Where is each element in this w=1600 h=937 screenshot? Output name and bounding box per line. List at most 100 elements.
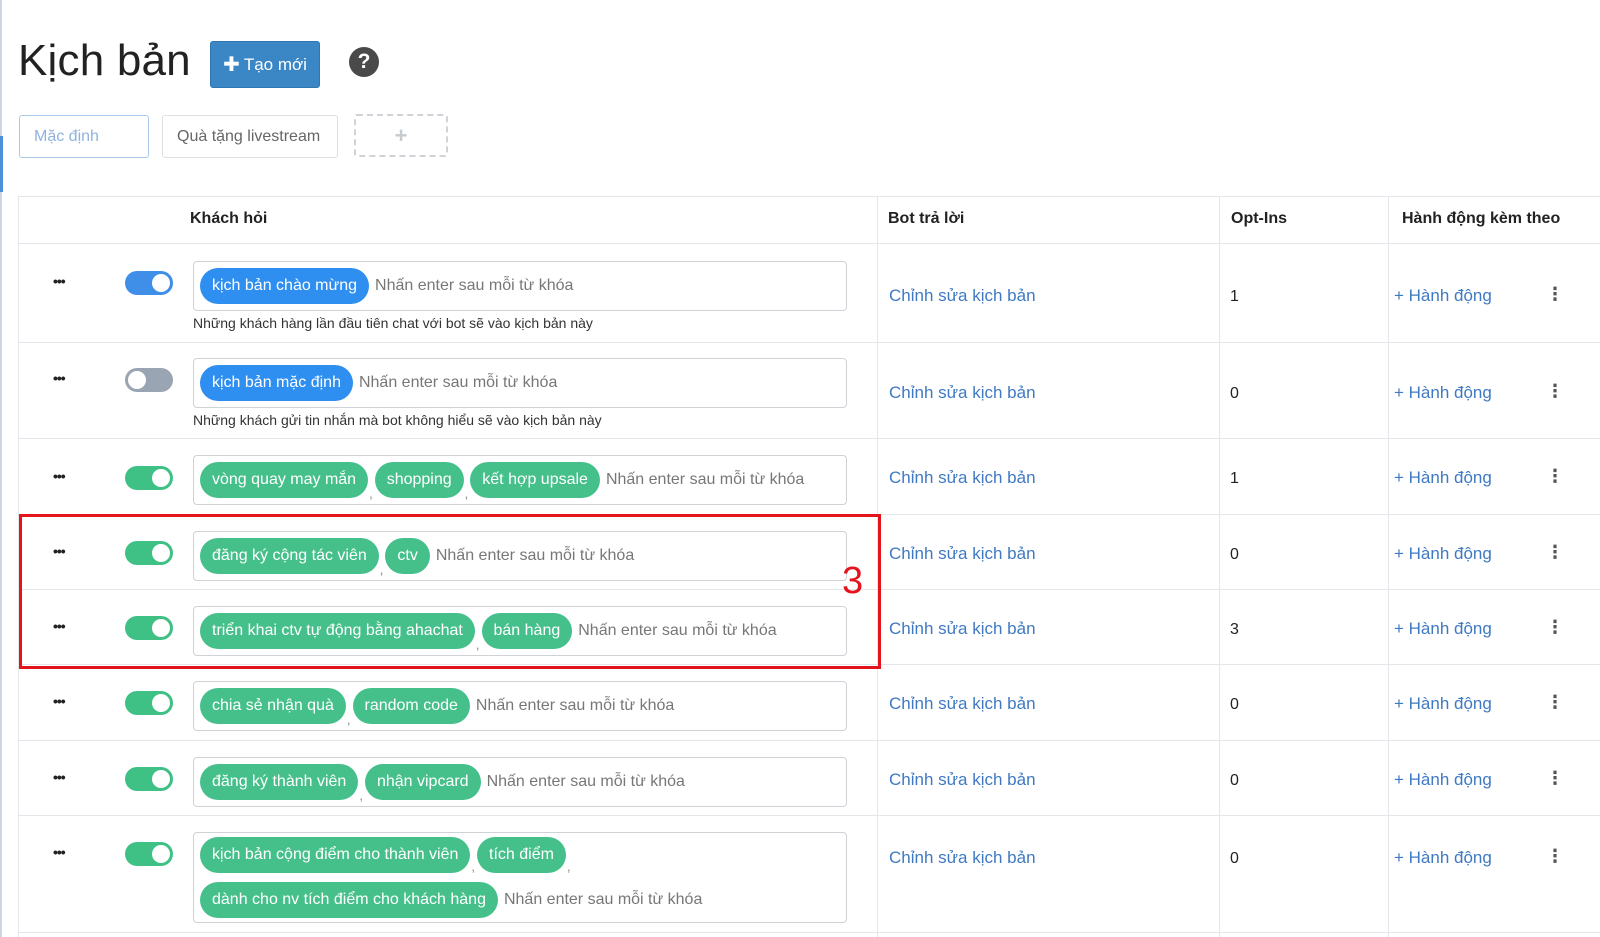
row-kebab-icon[interactable]: ⋮ [1546, 285, 1564, 303]
keyword-chip[interactable]: random code [352, 688, 470, 724]
row-toggle[interactable] [125, 691, 173, 715]
row-menu-icon[interactable]: ••• [53, 468, 66, 484]
row-menu-icon[interactable]: ••• [53, 618, 66, 634]
row-menu-icon[interactable]: ••• [53, 844, 66, 860]
row-kebab-icon[interactable]: ⋮ [1546, 618, 1564, 636]
keyword-chip[interactable]: bán hàng [481, 613, 573, 649]
create-new-label: Tạo mới [243, 54, 307, 74]
optins-count: 0 [1230, 546, 1239, 563]
table-row: ••• vòng quay may mắn, shopping, kết hợp… [18, 438, 1600, 514]
keyword-input[interactable]: triển khai ctv tự động bằng ahachat, bán… [193, 606, 847, 656]
table-row: ••• đăng ký thành viên, nhận vipcard Nhấ… [18, 740, 1600, 815]
keyword-input[interactable]: đăng ký thành viên, nhận vipcard Nhấn en… [193, 757, 847, 807]
tab-mac-dinh[interactable]: Mặc định [19, 115, 149, 158]
add-action-link[interactable]: + Hành động [1394, 383, 1492, 403]
optins-count: 0 [1230, 385, 1239, 402]
keyword-input[interactable]: chia sẻ nhận quà, random code Nhấn enter… [193, 681, 847, 731]
row-menu-icon[interactable]: ••• [53, 543, 66, 559]
add-action-link[interactable]: + Hành động [1394, 619, 1492, 639]
keyword-chip[interactable]: kịch bản mặc định [200, 365, 353, 401]
row-toggle[interactable] [125, 842, 173, 866]
optins-count: 0 [1230, 696, 1239, 713]
row-toggle[interactable] [125, 466, 173, 490]
plus-icon: ✚ [223, 53, 240, 76]
keyword-placeholder: Nhấn enter sau mỗi từ khóa [605, 471, 805, 488]
add-action-link[interactable]: + Hành động [1394, 544, 1492, 564]
question-circle-icon[interactable]: ? [349, 47, 379, 77]
row-toggle[interactable] [125, 767, 173, 791]
tab-qua-tang-livestream[interactable]: Quà tặng livestream [162, 115, 338, 158]
keyword-input[interactable]: kịch bản mặc định Nhấn enter sau mỗi từ … [193, 358, 847, 408]
keyword-placeholder: Nhấn enter sau mỗi từ khóa [375, 277, 574, 294]
edit-script-link[interactable]: Chỉnh sửa kịch bản [889, 286, 1036, 306]
optins-count: 3 [1230, 621, 1239, 638]
keyword-placeholder: Nhấn enter sau mỗi từ khóa [503, 890, 703, 908]
row-description: Những khách gửi tin nhắn mà bot không hi… [193, 412, 602, 428]
row-kebab-icon[interactable]: ⋮ [1546, 693, 1564, 711]
keyword-placeholder: Nhấn enter sau mỗi từ khóa [578, 622, 777, 639]
column-header-bot-tra-loi: Bot trả lời [888, 210, 965, 227]
keyword-chip[interactable]: đăng ký thành viên [200, 764, 359, 800]
row-toggle[interactable] [125, 541, 173, 565]
page-title: Kịch bản [18, 36, 191, 85]
keyword-input[interactable]: đăng ký cộng tác viên, ctv Nhấn enter sa… [193, 531, 847, 581]
row-divider [18, 932, 1600, 933]
keyword-chip[interactable]: dành cho nv tích điểm cho khách hàng [200, 881, 498, 918]
table-row: ••• chia sẻ nhận quà, random code Nhấn e… [18, 664, 1600, 740]
keyword-separator: , [475, 637, 480, 652]
edit-script-link[interactable]: Chỉnh sửa kịch bản [889, 848, 1036, 868]
row-menu-icon[interactable]: ••• [53, 370, 66, 386]
keyword-chip[interactable]: nhận vipcard [364, 764, 481, 800]
edit-script-link[interactable]: Chỉnh sửa kịch bản [889, 383, 1036, 403]
keyword-chip[interactable]: kịch bản chào mừng [200, 268, 370, 304]
keyword-input[interactable]: kịch bản chào mừng Nhấn enter sau mỗi từ… [193, 261, 847, 311]
row-kebab-icon[interactable]: ⋮ [1546, 382, 1564, 400]
keyword-placeholder: Nhấn enter sau mỗi từ khóa [435, 547, 635, 564]
keyword-chip[interactable]: vòng quay may mắn [200, 462, 369, 498]
row-menu-icon[interactable]: ••• [53, 769, 66, 785]
table-row: ••• kịch bản chào mừng Nhấn enter sau mỗ… [18, 243, 1600, 342]
column-header-opt-ins: Opt-Ins [1231, 210, 1287, 227]
table-row: ••• kịch bản mặc định Nhấn enter sau mỗi… [18, 342, 1600, 438]
edit-script-link[interactable]: Chỉnh sửa kịch bản [889, 619, 1036, 639]
edit-script-link[interactable]: Chỉnh sửa kịch bản [889, 468, 1036, 488]
keyword-chip[interactable]: chia sẻ nhận quà [200, 688, 346, 724]
row-toggle[interactable] [125, 616, 173, 640]
keyword-chip[interactable]: kịch bản cộng điểm cho thành viên [200, 837, 471, 874]
row-menu-icon[interactable]: ••• [53, 693, 66, 709]
add-tab-button[interactable]: + [354, 114, 448, 157]
keyword-chip[interactable]: kết hợp upsale [470, 462, 600, 498]
optins-count: 0 [1230, 772, 1239, 789]
keyword-chip[interactable]: ctv [385, 538, 430, 574]
optins-count: 0 [1230, 850, 1239, 867]
edit-script-link[interactable]: Chỉnh sửa kịch bản [889, 694, 1036, 714]
row-toggle[interactable] [125, 271, 173, 295]
add-action-link[interactable]: + Hành động [1394, 770, 1492, 790]
row-kebab-icon[interactable]: ⋮ [1546, 467, 1564, 485]
keyword-placeholder: Nhấn enter sau mỗi từ khóa [486, 773, 685, 790]
row-kebab-icon[interactable]: ⋮ [1546, 543, 1564, 561]
keyword-chip[interactable]: triển khai ctv tự động bằng ahachat [200, 613, 475, 649]
keyword-chip[interactable]: tích điểm [477, 837, 566, 874]
row-kebab-icon[interactable]: ⋮ [1546, 769, 1564, 787]
keyword-chip[interactable]: đăng ký cộng tác viên [200, 538, 379, 574]
edit-script-link[interactable]: Chỉnh sửa kịch bản [889, 770, 1036, 790]
keyword-input[interactable]: vòng quay may mắn, shopping, kết hợp ups… [193, 455, 847, 505]
keyword-chip[interactable]: shopping [374, 462, 464, 498]
create-new-button[interactable]: ✚ Tạo mới [210, 41, 320, 88]
keyword-input[interactable]: kịch bản cộng điểm cho thành viên, tích … [193, 832, 847, 923]
row-description: Những khách hàng lần đầu tiên chat với b… [193, 315, 593, 331]
row-menu-icon[interactable]: ••• [53, 273, 66, 289]
optins-count: 1 [1230, 288, 1239, 305]
add-action-link[interactable]: + Hành động [1394, 286, 1492, 306]
add-action-link[interactable]: + Hành động [1394, 848, 1492, 868]
sidebar-active-marker [0, 136, 3, 192]
table-row: ••• triển khai ctv tự động bằng ahachat,… [18, 589, 1600, 664]
edit-script-link[interactable]: Chỉnh sửa kịch bản [889, 544, 1036, 564]
add-action-link[interactable]: + Hành động [1394, 694, 1492, 714]
keyword-separator: , [464, 486, 469, 501]
add-action-link[interactable]: + Hành động [1394, 468, 1492, 488]
row-kebab-icon[interactable]: ⋮ [1546, 847, 1564, 865]
keyword-separator: , [359, 788, 363, 803]
row-toggle[interactable] [125, 368, 173, 392]
